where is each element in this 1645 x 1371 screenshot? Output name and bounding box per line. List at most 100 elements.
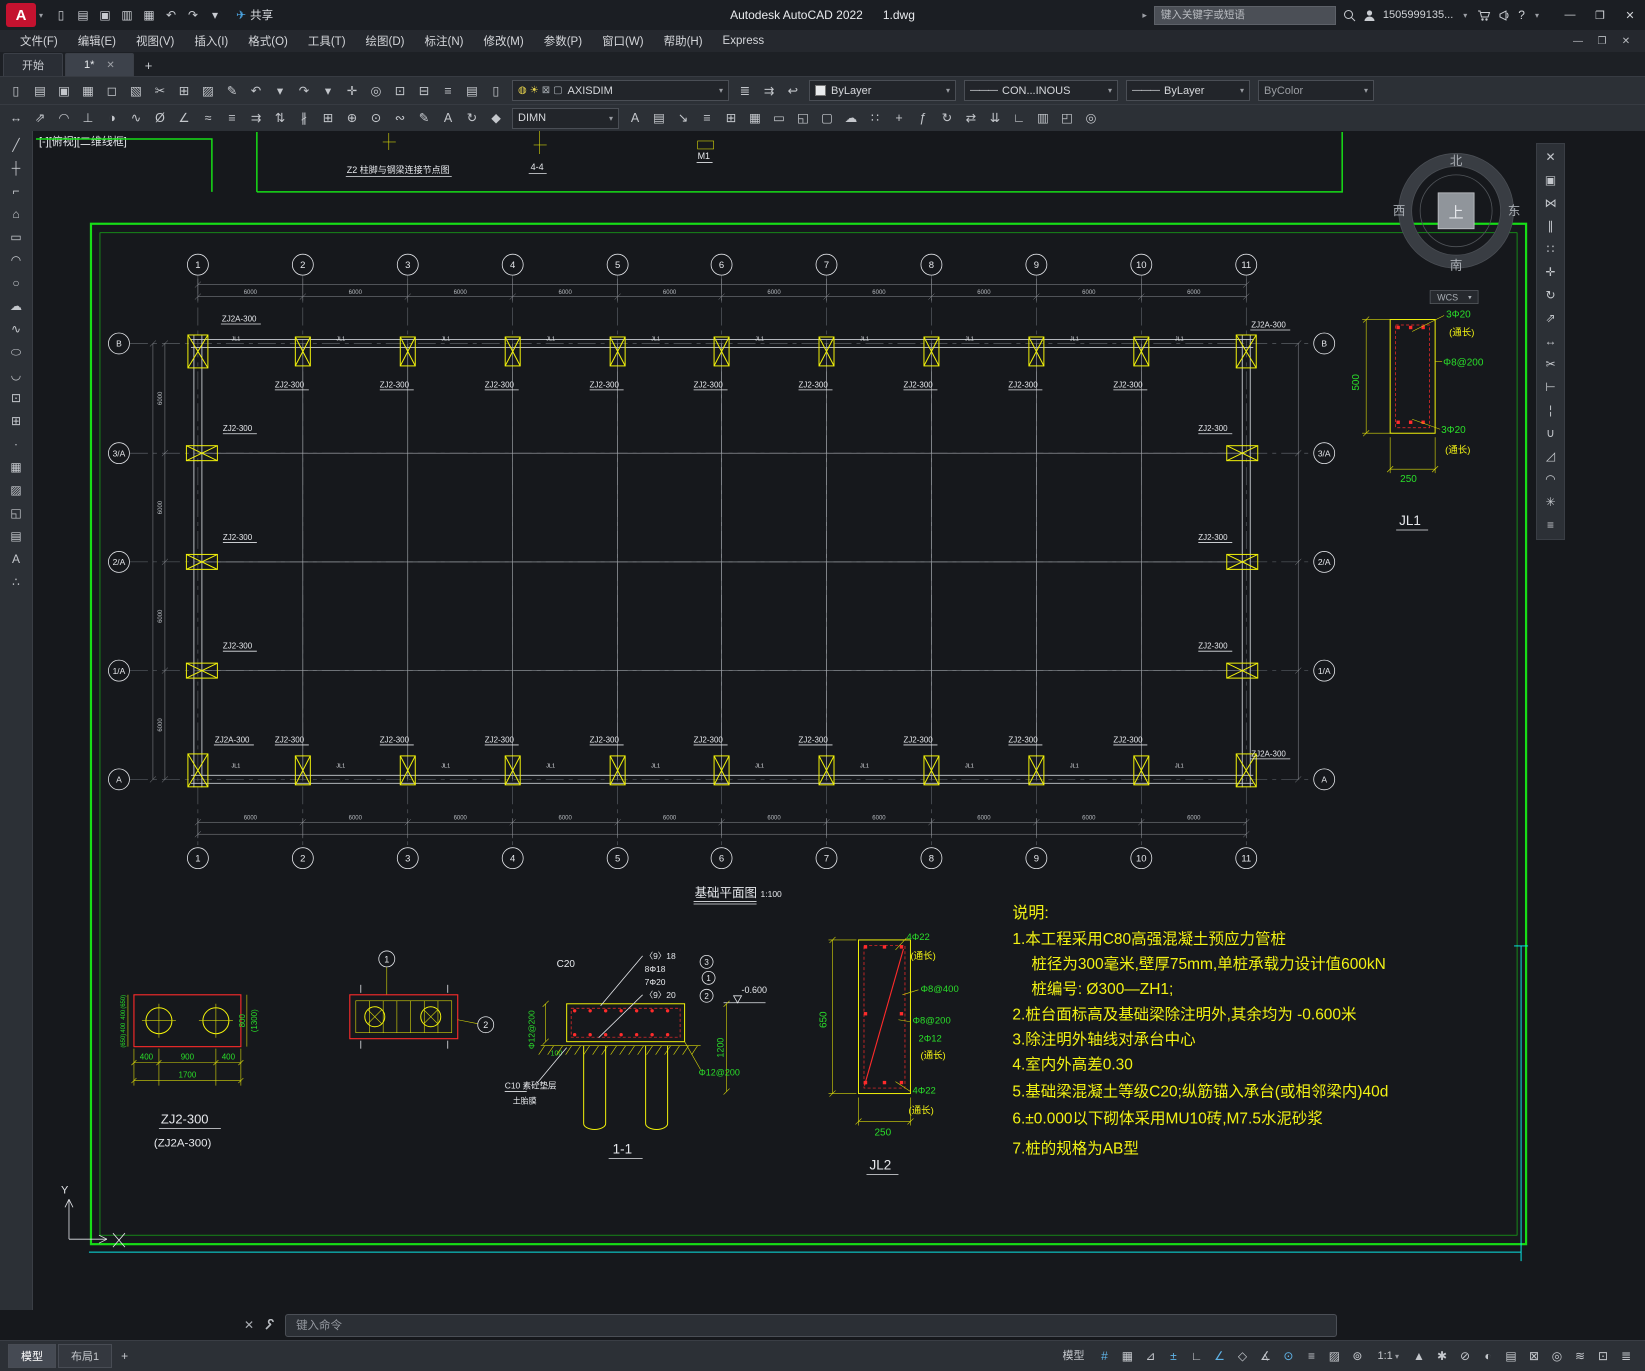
help-icon[interactable]: ? <box>1518 8 1525 22</box>
lineweight-combo[interactable]: ——— ByLayer ▾ <box>1126 80 1250 101</box>
polar-tracking-icon[interactable]: ∠ <box>1208 1345 1230 1367</box>
mleader-icon[interactable]: ↘ <box>671 107 695 129</box>
dim-baseline-icon[interactable]: ≡ <box>220 107 244 129</box>
infer-constraints-icon[interactable]: ⊿ <box>1139 1345 1161 1367</box>
hatch-icon[interactable]: ▦ <box>743 107 767 129</box>
spline-icon[interactable]: ∿ <box>4 319 28 340</box>
dim-space-icon[interactable]: ⇅ <box>268 107 292 129</box>
tab-start[interactable]: 开始 <box>3 53 63 76</box>
dim-jog-line-icon[interactable]: ∾ <box>388 107 412 129</box>
qa-dropdown-icon[interactable]: ▾ <box>204 8 226 22</box>
break-icon[interactable]: ¦ <box>1539 400 1563 421</box>
dim-style-combo[interactable]: DIMN ▾ <box>512 107 619 129</box>
layer-thaw-icon[interactable]: ☀ <box>530 85 539 96</box>
minimize-button[interactable]: — <box>1555 0 1585 30</box>
publish-icon[interactable]: ▧ <box>124 80 148 102</box>
app-menu-caret-icon[interactable]: ▾ <box>39 11 43 20</box>
extract-data-icon[interactable]: ⇊ <box>983 107 1007 129</box>
modify-properties-icon[interactable]: ≡ <box>1539 515 1563 536</box>
orbit-icon[interactable]: ◎ <box>1079 107 1103 129</box>
plotstyle-combo[interactable]: ByColor ▾ <box>1258 80 1374 101</box>
wcs-dropdown[interactable]: WCS ▾ <box>1429 290 1479 304</box>
mleader-collect-icon[interactable]: ⊞ <box>719 107 743 129</box>
share-button[interactable]: ✈ 共享 <box>236 7 273 23</box>
dim-arc-length-icon[interactable]: ◠ <box>52 107 76 129</box>
layer-lock-icon[interactable]: ⊠ <box>542 85 550 96</box>
design-center-icon[interactable]: ▤ <box>460 80 484 102</box>
copy-icon[interactable]: ⊞ <box>172 80 196 102</box>
dim-angular-icon[interactable]: ∠ <box>172 107 196 129</box>
mdi-restore-button[interactable]: ❐ <box>1591 36 1613 47</box>
paste-icon[interactable]: ▨ <box>196 80 220 102</box>
menu-item-2[interactable]: 视图(V) <box>126 30 184 52</box>
layer-match-icon[interactable]: ⇉ <box>757 80 781 102</box>
dim-linear-icon[interactable]: ↔ <box>4 107 28 129</box>
line-icon[interactable]: ╱ <box>4 135 28 156</box>
workspace-switching-icon[interactable]: ✱ <box>1431 1345 1453 1367</box>
dim-jogged-icon[interactable]: ∿ <box>124 107 148 129</box>
menu-item-5[interactable]: 工具(T) <box>298 30 356 52</box>
command-input[interactable]: 键入命令 <box>285 1313 1338 1337</box>
redo-icon[interactable]: ↷ <box>182 8 204 22</box>
annotation-visibility-icon[interactable]: ▲ <box>1408 1345 1430 1367</box>
offset-icon[interactable]: ∥ <box>1539 216 1563 237</box>
viewport-controls[interactable]: [-][俯视][二维线框] <box>39 134 127 148</box>
new-icon[interactable]: ▯ <box>4 80 28 102</box>
polyline-icon[interactable]: ⌐ <box>4 181 28 202</box>
plot-icon[interactable]: ▦ <box>138 8 160 22</box>
revision-cloud-icon[interactable]: ☁ <box>4 296 28 317</box>
drawing-canvas[interactable]: [-][俯视][二维线框] Z2 柱脚与钢梁连接节点图 4-4 M1 1 1 2 2 3 3 4 4 5… <box>33 131 1645 1310</box>
undo-list-icon[interactable]: ▾ <box>268 80 292 102</box>
dynamic-input-icon[interactable]: ± <box>1162 1345 1184 1367</box>
account-caret-icon[interactable]: ▾ <box>1463 11 1467 20</box>
arc-icon[interactable]: ◠ <box>4 250 28 271</box>
menu-item-9[interactable]: 参数(P) <box>534 30 592 52</box>
menu-item-8[interactable]: 修改(M) <box>473 30 533 52</box>
mdi-close-button[interactable]: ✕ <box>1615 36 1637 47</box>
undo-icon[interactable]: ↶ <box>244 80 268 102</box>
dim-diameter-icon[interactable]: Ø <box>148 107 172 129</box>
scale-icon[interactable]: ⇗ <box>1539 308 1563 329</box>
isometric-drafting-icon[interactable]: ◇ <box>1231 1345 1253 1367</box>
zoom-window-icon[interactable]: ⊡ <box>388 80 412 102</box>
layer-combo[interactable]: ◍ ☀ ⊠ ▢ AXISDIM ▾ <box>512 80 729 101</box>
close-tab-icon[interactable]: ✕ <box>106 60 114 71</box>
rectangle-icon[interactable]: ▭ <box>4 227 28 248</box>
save-as-icon[interactable]: ▥ <box>116 8 138 22</box>
model-space-button[interactable]: 模型 <box>1054 1345 1092 1367</box>
region-icon[interactable]: ◱ <box>4 503 28 524</box>
polygon-icon[interactable]: ⌂ <box>4 204 28 225</box>
explode-icon[interactable]: ✳ <box>1539 492 1563 513</box>
center-mark-icon[interactable]: ⊕ <box>340 107 364 129</box>
undo-icon[interactable]: ↶ <box>160 8 182 22</box>
ellipse-arc-icon[interactable]: ◡ <box>4 365 28 386</box>
plot-icon[interactable]: ▦ <box>76 80 100 102</box>
circle-icon[interactable]: ○ <box>4 273 28 294</box>
menu-item-0[interactable]: 文件(F) <box>10 30 68 52</box>
close-button[interactable]: ✕ <box>1615 0 1645 30</box>
close-command-icon[interactable]: ✕ <box>244 1318 254 1332</box>
open-file-icon[interactable]: ▤ <box>72 8 94 22</box>
customization-icon[interactable]: ≣ <box>1615 1345 1637 1367</box>
menu-item-1[interactable]: 编辑(E) <box>68 30 126 52</box>
search-input[interactable] <box>1153 5 1336 25</box>
ucs-icon[interactable]: ∟ <box>1007 107 1031 129</box>
search-expand-icon[interactable]: ▸ <box>1142 10 1147 21</box>
update-field-icon[interactable]: ↻ <box>935 107 959 129</box>
menu-item-4[interactable]: 格式(O) <box>238 30 298 52</box>
annotation-monitor-icon[interactable]: ⊘ <box>1454 1345 1476 1367</box>
chamfer-icon[interactable]: ◿ <box>1539 446 1563 467</box>
trim-icon[interactable]: ✂ <box>1539 354 1563 375</box>
clean-screen-icon[interactable]: ⊡ <box>1592 1345 1614 1367</box>
zoom-realtime-icon[interactable]: ◎ <box>364 80 388 102</box>
grid-display-icon[interactable]: # <box>1093 1345 1115 1367</box>
mdi-minimize-button[interactable]: — <box>1567 36 1589 47</box>
new-file-icon[interactable]: ▯ <box>50 8 72 22</box>
dim-style-icon[interactable]: ◆ <box>484 107 508 129</box>
menu-item-12[interactable]: Express <box>713 30 775 52</box>
tab-drawing-1[interactable]: 1* ✕ <box>65 53 134 76</box>
redo-list-icon[interactable]: ▾ <box>316 80 340 102</box>
viewports-icon[interactable]: ◰ <box>1055 107 1079 129</box>
zoom-previous-icon[interactable]: ⊟ <box>412 80 436 102</box>
new-drawing-tab-button[interactable]: + <box>136 54 162 76</box>
